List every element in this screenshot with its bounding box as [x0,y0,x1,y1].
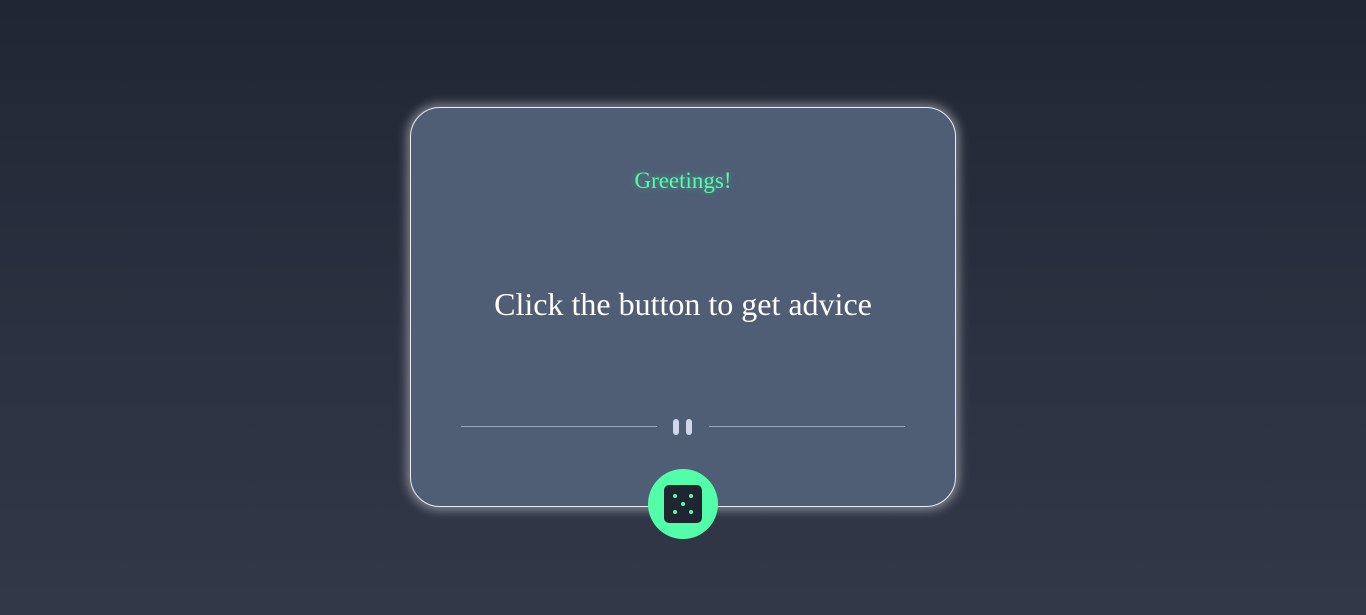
dice-dot [689,510,693,514]
divider [461,418,906,436]
advice-card: Greetings! Click the button to get advic… [410,107,956,507]
get-advice-dice-button[interactable] [648,469,718,539]
dice-dot [673,494,677,498]
greeting-heading: Greetings! [634,168,732,193]
dice-dot [673,510,677,514]
divider-line-right [709,426,905,427]
dice-icon [664,485,702,523]
pause-bar-left [673,419,679,435]
dice-dot [681,502,685,506]
pause-bar-right [686,419,692,435]
pause-icon [672,418,694,436]
advice-text: Click the button to get advice [494,286,872,322]
divider-line-left [461,426,657,427]
dice-dot [689,494,693,498]
